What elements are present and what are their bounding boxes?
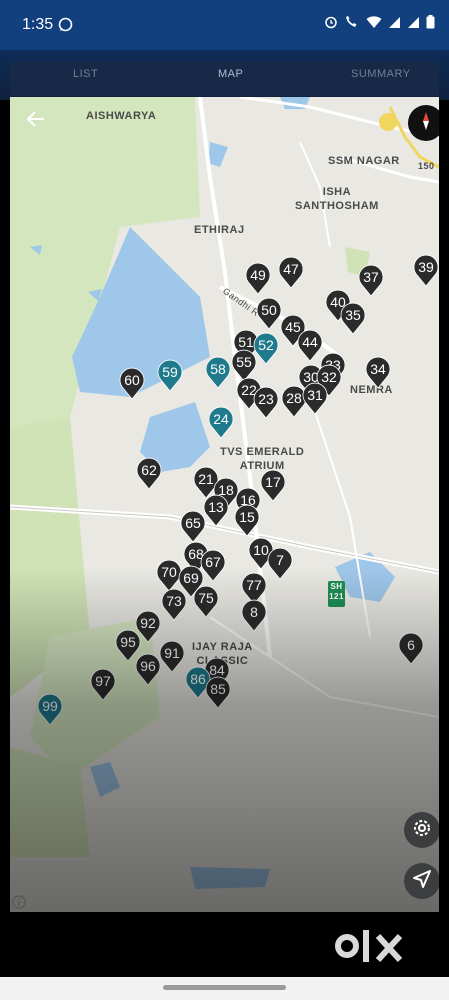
- listing-pin-number: 62: [141, 462, 157, 478]
- compass-button[interactable]: [408, 105, 439, 141]
- listing-pin[interactable]: 47: [278, 255, 304, 289]
- listing-pin-number: 34: [370, 361, 386, 377]
- listing-pin[interactable]: 75: [193, 584, 219, 618]
- tab-map[interactable]: MAP: [218, 68, 243, 80]
- map-label-isha-santhosham: ISHA SANTHOSHAM: [295, 186, 379, 212]
- system-navigation-bar: [0, 977, 449, 1000]
- listing-pin-number: 55: [236, 354, 252, 370]
- listing-pin-number: 24: [213, 411, 229, 427]
- listing-pin[interactable]: 24: [208, 405, 234, 439]
- home-handle[interactable]: [163, 985, 286, 990]
- listing-pin-number: 59: [162, 364, 178, 380]
- listing-pin[interactable]: 23: [253, 385, 279, 419]
- listing-pin-number: 99: [42, 698, 58, 714]
- listing-pin[interactable]: 97: [90, 667, 116, 701]
- signal-2-icon: [407, 16, 420, 34]
- map-label-ssm-nagar: SSM NAGAR: [328, 155, 400, 167]
- arrow-left-icon[interactable]: [24, 107, 48, 136]
- listing-pin-number: 96: [140, 658, 156, 674]
- listing-pin-number: 13: [208, 499, 224, 515]
- listing-pin[interactable]: 15: [234, 503, 260, 537]
- listing-pin[interactable]: 73: [161, 587, 187, 621]
- bottom-area: [0, 912, 449, 977]
- listing-pin-number: 91: [164, 645, 180, 661]
- status-bar: 1:35: [0, 0, 449, 50]
- listing-pin[interactable]: 58: [205, 355, 231, 389]
- listing-pin-number: 31: [307, 387, 323, 403]
- listing-pin[interactable]: 91: [159, 639, 185, 673]
- status-time: 1:35: [22, 16, 54, 33]
- compass-icon: [416, 111, 436, 136]
- whatsapp-icon: [58, 17, 73, 37]
- navigation-arrow-icon: [412, 869, 432, 894]
- listing-pin-number: 49: [250, 267, 266, 283]
- listing-pin-number: 37: [363, 269, 379, 285]
- listing-pin[interactable]: 35: [340, 301, 366, 335]
- listing-pin[interactable]: 13: [203, 493, 229, 527]
- listing-pin-number: 95: [120, 634, 136, 650]
- listing-pin-number: 6: [407, 637, 415, 653]
- listing-pin-number: 17: [265, 474, 281, 490]
- tab-summary[interactable]: SUMMARY: [351, 68, 411, 80]
- listing-pin[interactable]: 99: [37, 692, 63, 726]
- tab-bar: LIST MAP SUMMARY: [10, 62, 439, 96]
- listing-pin-number: 35: [345, 307, 361, 323]
- listing-pin[interactable]: 6: [398, 631, 424, 665]
- listing-pin[interactable]: 37: [358, 263, 384, 297]
- alarm-icon: [324, 15, 338, 34]
- listing-pin-number: 7: [276, 552, 284, 568]
- map-label-road-150: 150: [418, 161, 435, 171]
- listing-pin[interactable]: 62: [136, 456, 162, 490]
- tab-list[interactable]: LIST: [73, 68, 98, 80]
- listing-pin[interactable]: 49: [245, 261, 271, 295]
- listing-pin-number: 47: [283, 261, 299, 277]
- listing-pin-number: 50: [261, 302, 277, 318]
- listing-pin[interactable]: 8: [241, 598, 267, 632]
- map-label-sh-121: SH 121: [329, 582, 344, 601]
- listing-pin[interactable]: 34: [365, 355, 391, 389]
- listing-pin-number: 58: [210, 361, 226, 377]
- map-label-aishwarya: AISHWARYA: [86, 110, 157, 122]
- listing-pin[interactable]: 59: [157, 358, 183, 392]
- wifi-call-icon: [344, 15, 360, 34]
- listing-pin-number: 23: [258, 391, 274, 407]
- map-view[interactable]: AISHWARYA SSM NAGAR ISHA SANTHOSHAM ETHI…: [10, 97, 439, 912]
- listing-pin-number: 39: [418, 259, 434, 275]
- listing-pin-number: 73: [166, 593, 182, 609]
- listing-pin-number: 85: [210, 681, 226, 697]
- status-icons: [324, 15, 435, 34]
- locate-button[interactable]: [404, 863, 439, 899]
- battery-icon: [426, 15, 435, 34]
- listing-pin-number: 77: [246, 577, 262, 593]
- map-label-ethiraj: ETHIRAJ: [194, 224, 245, 236]
- listing-pin-number: 75: [198, 590, 214, 606]
- listing-pin-number: 15: [239, 509, 255, 525]
- listing-pin[interactable]: 7: [267, 546, 293, 580]
- listing-pin-number: 8: [250, 604, 258, 620]
- listing-pin[interactable]: 39: [413, 253, 439, 287]
- listing-pin[interactable]: 96: [135, 652, 161, 686]
- listing-pin-number: 60: [124, 372, 140, 388]
- info-icon[interactable]: [12, 895, 26, 912]
- listing-pin[interactable]: 17: [260, 468, 286, 502]
- listing-pin-number: 97: [95, 673, 111, 689]
- listing-pin[interactable]: 31: [302, 381, 328, 415]
- wifi-icon: [366, 15, 382, 34]
- listing-pin[interactable]: 85: [205, 675, 231, 709]
- signal-icon: [388, 16, 401, 34]
- map-settings-button[interactable]: [404, 812, 439, 848]
- listing-pin[interactable]: 60: [119, 366, 145, 400]
- listing-pin[interactable]: 50: [256, 296, 282, 330]
- listing-pin-number: 44: [302, 334, 318, 350]
- gear-icon: [411, 817, 433, 844]
- olx-watermark: [334, 924, 416, 973]
